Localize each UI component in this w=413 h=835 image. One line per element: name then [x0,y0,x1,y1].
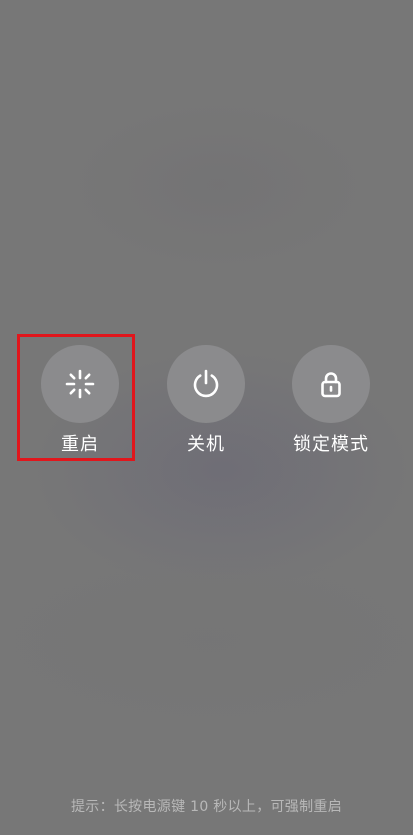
power-icon [193,369,219,398]
lockdown-mode-button[interactable]: 锁定模式 [276,345,386,465]
power-off-button[interactable]: 关机 [151,345,261,465]
force-restart-hint: 提示：长按电源键 10 秒以上，可强制重启 [70,799,342,815]
restart-spinner-icon [65,369,95,399]
power-off-label: 关机 [187,434,225,455]
lock-icon [321,372,341,398]
lockdown-mode-label: 锁定模式 [293,434,369,455]
restart-label: 重启 [61,434,99,455]
power-off-button-circle[interactable] [167,345,245,423]
restart-button-circle[interactable] [41,345,119,423]
power-actions: 重启 关机 锁定模式 [0,0,413,835]
restart-button[interactable]: 重启 [25,345,135,465]
power-menu-screen: 重启 关机 锁定模式 提示：长按电源键 10 秒以上，可强制重启 [0,0,413,835]
lockdown-mode-button-circle[interactable] [292,345,370,423]
